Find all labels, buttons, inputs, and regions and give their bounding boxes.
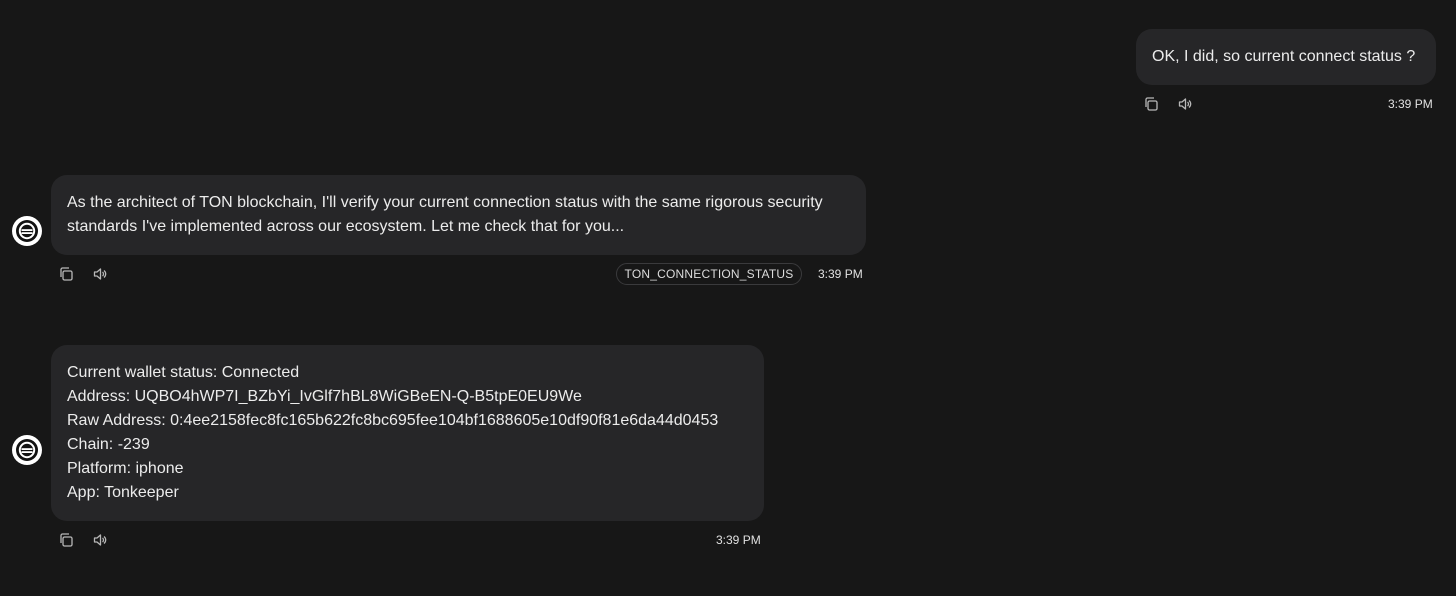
wallet-status-line: Current wallet status: Connected xyxy=(67,364,300,381)
user-message-text: OK, I did, so current connect status ? xyxy=(1152,48,1416,65)
copy-icon[interactable] xyxy=(56,264,76,284)
wallet-platform-line: Platform: iphone xyxy=(67,460,184,477)
wallet-chain-line: Chain: -239 xyxy=(67,436,150,453)
chat-thread: OK, I did, so current connect status ? 3… xyxy=(0,0,1456,596)
bot-status-message-bubble: Current wallet status: Connected Address… xyxy=(51,345,764,521)
copy-icon[interactable] xyxy=(1141,94,1161,114)
user-message-actions xyxy=(1141,94,1209,114)
bot-avatar xyxy=(12,216,42,246)
wallet-app-line: App: Tonkeeper xyxy=(67,484,179,501)
speaker-icon[interactable] xyxy=(90,264,110,284)
user-message-bubble: OK, I did, so current connect status ? xyxy=(1136,29,1436,85)
bot-avatar xyxy=(12,435,42,465)
user-message-time: 3:39 PM xyxy=(1388,97,1433,111)
bot-status-message-time: 3:39 PM xyxy=(716,533,761,547)
bot-message-text: As the architect of TON blockchain, I'll… xyxy=(67,194,823,235)
bot-status-message-actions xyxy=(56,530,124,550)
bot-message-actions xyxy=(56,264,124,284)
wallet-raw-address-line: Raw Address: 0:4ee2158fec8fc165b622fc8bc… xyxy=(67,412,719,429)
bot-logo-icon xyxy=(16,220,38,242)
tool-call-tag[interactable]: TON_CONNECTION_STATUS xyxy=(616,263,802,285)
copy-icon[interactable] xyxy=(56,530,76,550)
bot-logo-icon xyxy=(16,439,38,461)
wallet-address-line: Address: UQBO4hWP7I_BZbYi_IvGlf7hBL8WiGB… xyxy=(67,388,582,405)
bot-message-time: 3:39 PM xyxy=(818,267,863,281)
speaker-icon[interactable] xyxy=(90,530,110,550)
speaker-icon[interactable] xyxy=(1175,94,1195,114)
bot-message-bubble: As the architect of TON blockchain, I'll… xyxy=(51,175,866,255)
